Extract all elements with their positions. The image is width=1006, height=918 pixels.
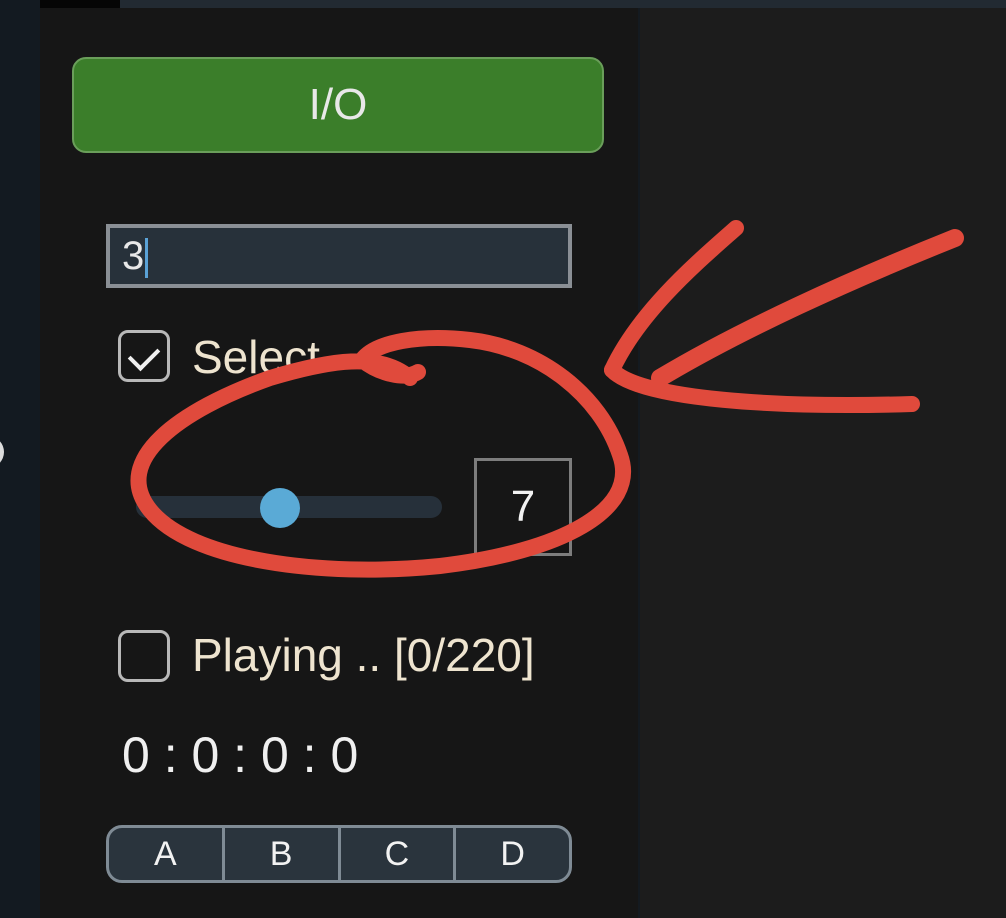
segment-label: A — [154, 834, 177, 873]
select-label: Select — [192, 331, 320, 383]
segment-a-button[interactable]: A — [109, 828, 225, 880]
timer-display: 0 : 0 : 0 : 0 — [122, 727, 359, 783]
io-button[interactable]: I/O — [72, 57, 604, 153]
segment-d-button[interactable]: D — [456, 828, 569, 880]
slider-value-box: 7 — [474, 458, 572, 556]
slider-value: 7 — [510, 482, 536, 531]
text-caret — [145, 238, 149, 279]
top-strip — [40, 0, 1006, 8]
segment-label: D — [500, 834, 525, 873]
io-button-label: I/O — [308, 80, 368, 129]
select-checkbox[interactable] — [118, 330, 170, 382]
segment-b-button[interactable]: B — [225, 828, 341, 880]
playing-label: Playing .. [0/220] — [192, 629, 535, 681]
segment-label: B — [269, 834, 293, 873]
top-strip-dark — [40, 0, 120, 8]
playing-checkbox[interactable] — [118, 630, 170, 682]
number-input-value: 3 — [122, 234, 145, 278]
segment-label: C — [384, 834, 410, 873]
segmented-control: A B C D — [106, 825, 572, 883]
slider-thumb[interactable] — [259, 488, 300, 528]
checkmark-icon — [127, 338, 161, 372]
number-input[interactable]: 3 — [106, 224, 572, 288]
segment-c-button[interactable]: C — [341, 828, 457, 880]
background-right — [640, 8, 1006, 918]
background-left — [0, 0, 40, 918]
